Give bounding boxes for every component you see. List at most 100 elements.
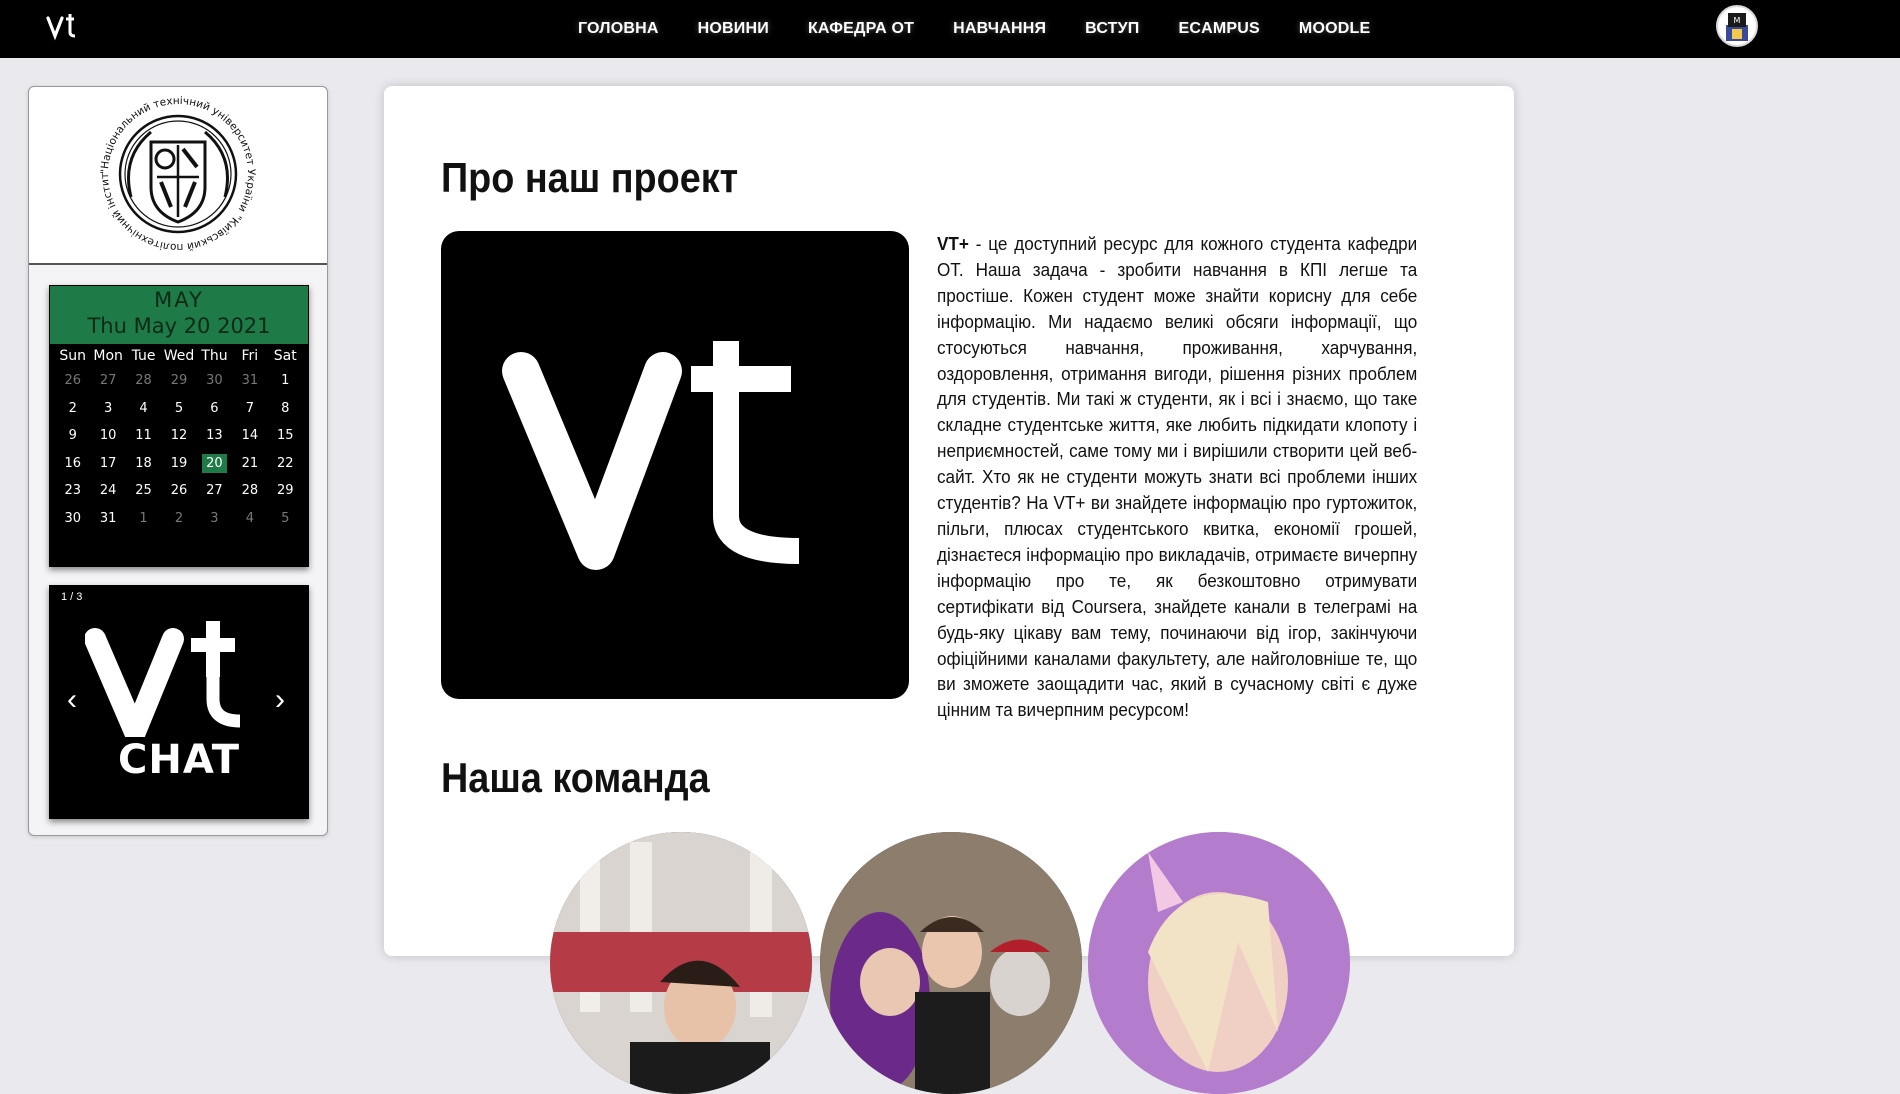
- calendar-day[interactable]: 25: [126, 477, 161, 505]
- calendar-day-number: 8: [281, 400, 290, 416]
- calendar-day[interactable]: 3: [90, 395, 125, 423]
- calendar-day[interactable]: 8: [268, 395, 303, 423]
- calendar-day[interactable]: 30: [55, 505, 90, 533]
- calendar-day[interactable]: 4: [232, 505, 267, 533]
- calendar-day-number: 26: [170, 483, 188, 498]
- calendar-day[interactable]: 23: [55, 477, 90, 505]
- calendar-day[interactable]: 6: [197, 395, 232, 423]
- calendar-day[interactable]: 17: [90, 450, 125, 478]
- calendar-day[interactable]: 10: [90, 422, 125, 450]
- team-member-photo-1[interactable]: [550, 832, 812, 1094]
- calendar-day-number: 1: [281, 373, 290, 388]
- vt-project-logo-image: [441, 231, 909, 699]
- calendar-day-number: 30: [206, 373, 223, 388]
- calendar-day[interactable]: 19: [161, 450, 196, 478]
- calendar-day-number: 15: [277, 428, 294, 443]
- calendar-day[interactable]: 14: [232, 422, 267, 450]
- calendar-day-number: 26: [64, 373, 81, 388]
- calendar-day[interactable]: 29: [268, 477, 303, 505]
- calendar-day[interactable]: 31: [232, 367, 267, 395]
- sidebar: "Національний технічний університет Укра…: [28, 86, 328, 836]
- calendar-day[interactable]: 11: [126, 422, 161, 450]
- nav-admission[interactable]: ВСТУП: [1085, 20, 1139, 38]
- calendar-day[interactable]: 30: [197, 367, 232, 395]
- calendar-day-number: 20: [202, 453, 227, 473]
- calendar-day[interactable]: 2: [55, 395, 90, 423]
- calendar-day-number: 4: [245, 510, 254, 526]
- team-member-photo-3[interactable]: [1088, 832, 1350, 1094]
- calendar-day[interactable]: 29: [161, 367, 196, 395]
- calendar-day[interactable]: 16: [55, 450, 90, 478]
- nav-study[interactable]: НАВЧАННЯ: [953, 20, 1046, 38]
- nav-ecampus[interactable]: ECAMPUS: [1179, 20, 1260, 38]
- team-member-photo-2-image: [820, 832, 1082, 1094]
- weekday-label: Mon: [93, 348, 123, 364]
- weekday-label: Tue: [131, 348, 156, 364]
- calendar-day[interactable]: 26: [161, 477, 196, 505]
- calendar-day-number: 22: [277, 455, 294, 471]
- calendar-day[interactable]: 27: [90, 367, 125, 395]
- calendar-day-number: 2: [174, 510, 184, 526]
- carousel-next-button[interactable]: ›: [275, 685, 285, 715]
- calendar-day-number: 27: [99, 373, 117, 388]
- nav-moodle[interactable]: MOODLE: [1299, 20, 1370, 38]
- nav-department[interactable]: КАФЕДРА ОТ: [808, 20, 914, 38]
- calendar-day[interactable]: 5: [161, 395, 196, 423]
- calendar-day[interactable]: 9: [55, 422, 90, 450]
- nav-home[interactable]: ГОЛОВНА: [578, 20, 659, 38]
- calendar-day-number: 4: [139, 400, 148, 416]
- calendar-day[interactable]: 31: [90, 505, 125, 533]
- calendar-day[interactable]: 3: [197, 505, 232, 533]
- calendar-day[interactable]: 1: [268, 367, 303, 395]
- vt-logo-icon[interactable]: [46, 10, 80, 42]
- calendar-day-number: 5: [281, 510, 290, 526]
- calendar-day[interactable]: 12: [161, 422, 196, 450]
- calendar-day[interactable]: 24: [90, 477, 125, 505]
- calendar-day[interactable]: 5: [268, 505, 303, 533]
- nav-news[interactable]: НОВИНИ: [698, 20, 769, 38]
- calendar-day-number: 28: [135, 373, 152, 388]
- calendar-day-number: 1: [139, 510, 148, 526]
- calendar-day-number: 30: [64, 510, 81, 526]
- calendar-day[interactable]: 7: [232, 395, 267, 423]
- calendar-day-number: 25: [135, 483, 152, 498]
- calendar-day[interactable]: 28: [126, 367, 161, 395]
- calendar-grid: Sun Mon Tue Wed Thu Fri Sat 26 27 28 29 30 31…: [55, 345, 303, 532]
- weekday-label: Fri: [241, 348, 259, 364]
- vt-plus-logo-icon: [502, 341, 800, 570]
- calendar-day-number: 27: [206, 483, 223, 498]
- calendar-day-number: 29: [170, 373, 188, 388]
- about-body-text: - це доступний ресурс для кожного студен…: [937, 233, 1418, 721]
- team-title: Наша команда: [441, 754, 710, 801]
- calendar-day-today[interactable]: 20: [197, 450, 232, 478]
- user-avatar[interactable]: M: [1716, 5, 1758, 47]
- calendar-day[interactable]: 22: [268, 450, 303, 478]
- calendar-day[interactable]: 28: [232, 477, 267, 505]
- calendar-day-number: 18: [135, 455, 152, 471]
- calendar-day[interactable]: 18: [126, 450, 161, 478]
- svg-text:M: M: [1734, 16, 1741, 25]
- weekday-label: Thu: [201, 348, 228, 364]
- team-member-photo-3-image: [1088, 832, 1350, 1094]
- calendar-day[interactable]: 2: [161, 505, 196, 533]
- calendar-day[interactable]: 15: [268, 422, 303, 450]
- calendar-day-number: 24: [99, 483, 117, 498]
- carousel-prev-button[interactable]: ‹: [67, 685, 77, 715]
- calendar-day[interactable]: 13: [197, 422, 232, 450]
- calendar-day[interactable]: 26: [55, 367, 90, 395]
- calendar-day[interactable]: 27: [197, 477, 232, 505]
- calendar-day-number: 31: [241, 373, 259, 388]
- calendar-day-number: 5: [174, 400, 184, 416]
- calendar-day[interactable]: 4: [126, 395, 161, 423]
- calendar-day-number: 3: [210, 510, 219, 526]
- calendar-day-number: 9: [68, 428, 77, 443]
- calendar-day-number: 3: [103, 400, 113, 416]
- calendar-day[interactable]: 1: [126, 505, 161, 533]
- calendar-day-number: 21: [241, 455, 259, 471]
- calendar-widget: MAY Thu May 20 2021 Sun Mon Tue Wed Thu …: [49, 285, 309, 567]
- calendar-header: MAY Thu May 20 2021: [50, 286, 308, 344]
- user-avatar-icon: M: [1726, 13, 1748, 41]
- team-member-photo-2[interactable]: [820, 832, 1082, 1094]
- sidebar-carousel: 1 / 3 ‹ › CHAT: [49, 585, 309, 819]
- calendar-day[interactable]: 21: [232, 450, 267, 478]
